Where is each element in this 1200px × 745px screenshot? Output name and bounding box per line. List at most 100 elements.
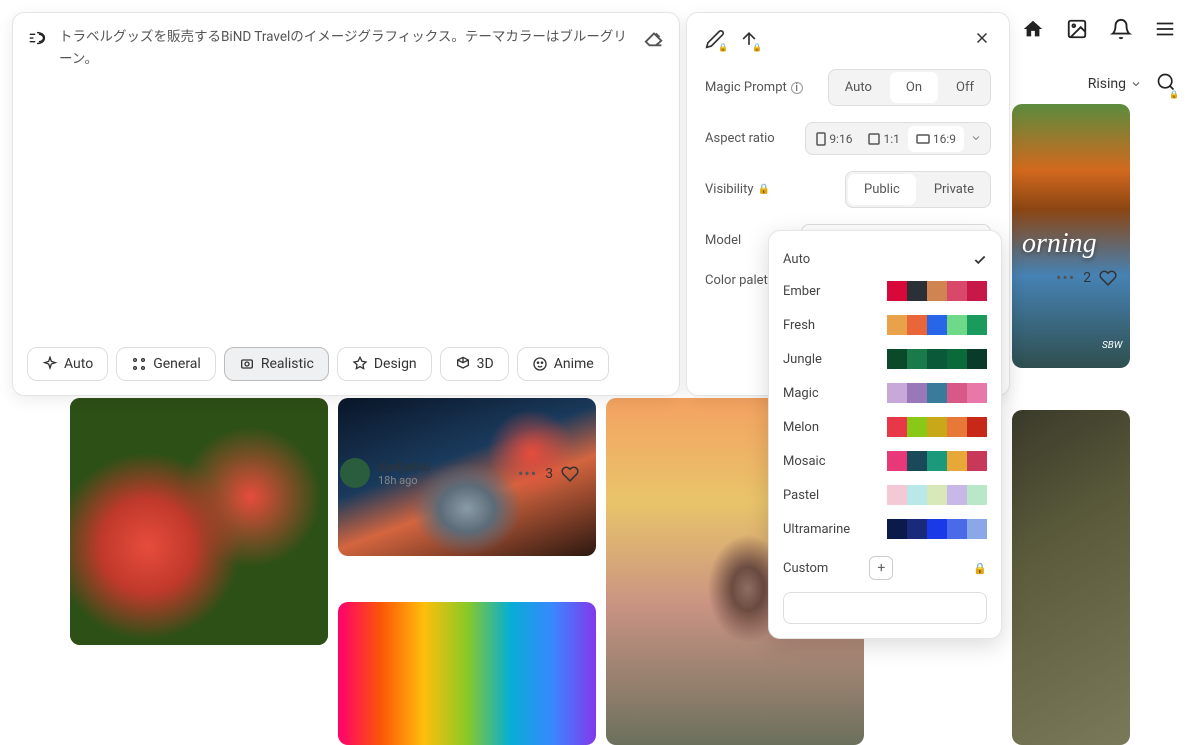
bell-icon[interactable] xyxy=(1110,18,1132,40)
swatch xyxy=(887,485,907,505)
palette-pastel[interactable]: Pastel xyxy=(783,478,987,512)
swatch xyxy=(927,485,947,505)
swatch xyxy=(967,485,987,505)
swatch xyxy=(927,519,947,539)
swatch xyxy=(947,315,967,335)
menu-icon[interactable] xyxy=(1154,18,1176,40)
gallery-thumb[interactable] xyxy=(338,602,596,745)
post-actions: ••• 2 xyxy=(1056,268,1117,287)
magic-prompt-label: Magic Prompt i xyxy=(705,80,803,95)
swatch xyxy=(967,349,987,369)
vis-seg-private[interactable]: Private xyxy=(918,174,990,205)
vis-seg-public[interactable]: Public xyxy=(848,174,916,205)
style-chip-anime[interactable]: Anime xyxy=(517,347,609,381)
info-icon[interactable]: i xyxy=(791,82,803,94)
swatch xyxy=(967,417,987,437)
aspect-9-16[interactable]: 9:16 xyxy=(808,126,860,152)
aspect-1-1[interactable]: 1:1 xyxy=(860,126,907,152)
style-chip-3d[interactable]: 3D xyxy=(440,347,509,381)
gallery-thumb[interactable] xyxy=(1012,104,1130,368)
aspect-ratio-toggle[interactable]: 9:161:116:9 xyxy=(805,122,991,155)
palette-melon[interactable]: Melon xyxy=(783,410,987,444)
palette-mosaic[interactable]: Mosaic xyxy=(783,444,987,478)
visibility-toggle[interactable]: PublicPrivate xyxy=(845,171,991,208)
style-chip-realistic[interactable]: Realistic xyxy=(224,347,329,381)
mp-seg-off[interactable]: Off xyxy=(940,72,990,103)
custom-color-input[interactable] xyxy=(783,592,987,624)
swatch xyxy=(947,519,967,539)
lock-icon: 🔒 xyxy=(758,184,770,195)
swatch xyxy=(887,451,907,471)
mp-seg-on[interactable]: On xyxy=(890,72,938,103)
more-icon[interactable]: ••• xyxy=(1056,268,1075,287)
post-actions: ••• 3 xyxy=(518,464,579,483)
swatch xyxy=(967,315,987,335)
swatch xyxy=(947,417,967,437)
lock-icon: 🔒 xyxy=(718,43,728,52)
visibility-label: Visibility 🔒 xyxy=(705,182,770,197)
aspect-more[interactable] xyxy=(964,125,988,152)
heart-icon[interactable] xyxy=(1099,269,1117,287)
mp-seg-auto[interactable]: Auto xyxy=(829,72,888,103)
sort-dropdown[interactable]: Rising xyxy=(1088,76,1142,92)
swatch xyxy=(967,451,987,471)
style-chip-general[interactable]: General xyxy=(116,347,216,381)
swatch xyxy=(947,281,967,301)
swatch xyxy=(927,417,947,437)
brand-icon xyxy=(27,27,49,49)
heart-icon[interactable] xyxy=(561,465,579,483)
palette-auto[interactable]: Auto xyxy=(783,245,987,274)
palette-ultramarine[interactable]: Ultramarine xyxy=(783,512,987,546)
style-chip-design[interactable]: Design xyxy=(337,347,432,381)
edit-icon[interactable]: 🔒 xyxy=(705,29,725,49)
image-icon[interactable] xyxy=(1066,18,1088,40)
lock-icon: 🔒 xyxy=(1169,90,1179,99)
swatch xyxy=(887,417,907,437)
swatch xyxy=(927,315,947,335)
filter-bar: Rising 🔒 xyxy=(1088,72,1176,96)
like-count: 3 xyxy=(545,466,553,482)
home-icon[interactable] xyxy=(1022,18,1044,40)
post-username[interactable]: djadja666 xyxy=(378,460,431,474)
like-count: 2 xyxy=(1083,270,1091,286)
swatch xyxy=(927,349,947,369)
magic-prompt-toggle[interactable]: AutoOnOff xyxy=(828,69,991,106)
model-label: Model xyxy=(705,233,741,248)
swatch xyxy=(887,383,907,403)
swatch xyxy=(927,281,947,301)
prompt-panel: トラベルグッズを販売するBiND Travelのイメージグラフィックス。テーマカ… xyxy=(12,12,680,396)
swatch xyxy=(967,281,987,301)
more-icon[interactable]: ••• xyxy=(518,464,537,483)
palette-jungle[interactable]: Jungle xyxy=(783,342,987,376)
palette-fresh[interactable]: Fresh xyxy=(783,308,987,342)
swatch xyxy=(887,519,907,539)
swatch xyxy=(927,383,947,403)
prompt-text[interactable]: トラベルグッズを販売するBiND Travelのイメージグラフィックス。テーマカ… xyxy=(59,27,633,70)
chevron-down-icon xyxy=(1130,78,1142,90)
eraser-icon[interactable] xyxy=(643,27,665,49)
gallery-thumb[interactable] xyxy=(1012,410,1130,745)
swatch xyxy=(907,417,927,437)
image-overlay-text: orning xyxy=(1022,228,1097,260)
image-badge: SBW xyxy=(1102,340,1122,351)
swatch xyxy=(967,519,987,539)
swatch xyxy=(907,383,927,403)
close-icon[interactable] xyxy=(973,29,991,47)
gallery-thumb[interactable] xyxy=(70,398,328,645)
upload-icon[interactable]: 🔒 xyxy=(739,29,759,49)
search-icon[interactable]: 🔒 xyxy=(1156,72,1176,96)
swatch xyxy=(907,281,927,301)
aspect-16-9[interactable]: 16:9 xyxy=(908,126,964,152)
style-chip-auto[interactable]: Auto xyxy=(27,347,108,381)
swatch xyxy=(947,383,967,403)
swatch xyxy=(907,519,927,539)
swatch xyxy=(887,315,907,335)
swatch xyxy=(967,383,987,403)
palette-magic[interactable]: Magic xyxy=(783,376,987,410)
palette-ember[interactable]: Ember xyxy=(783,274,987,308)
avatar[interactable] xyxy=(340,458,370,488)
add-custom-color-button[interactable]: + xyxy=(869,556,893,580)
color-palette-dropdown: AutoEmberFreshJungleMagicMelonMosaicPast… xyxy=(768,230,1002,639)
swatch xyxy=(907,485,927,505)
swatch xyxy=(907,451,927,471)
